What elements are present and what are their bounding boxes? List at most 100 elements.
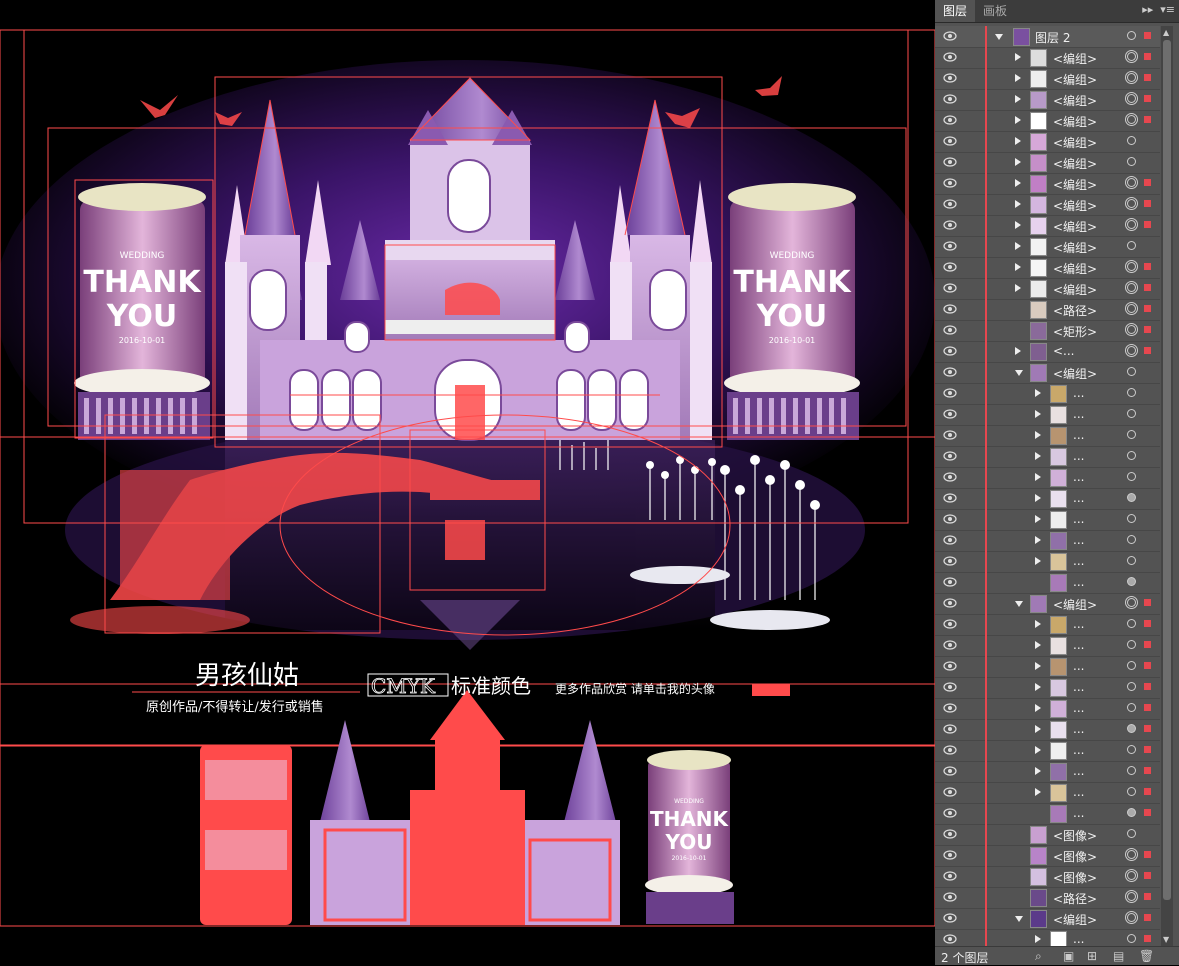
expand-triangle-icon[interactable]	[1035, 725, 1041, 733]
layer-name[interactable]: <编组>	[1053, 92, 1097, 109]
eye-icon[interactable]	[943, 283, 957, 293]
target-circle-icon[interactable]	[1127, 766, 1136, 775]
expand-triangle-icon[interactable]	[1035, 473, 1041, 481]
layer-row[interactable]: ...	[935, 614, 1160, 636]
expand-triangle-icon[interactable]	[1035, 641, 1041, 649]
layer-name[interactable]: <编组>	[1053, 281, 1097, 298]
eye-icon[interactable]	[943, 73, 957, 83]
expand-triangle-icon[interactable]	[1035, 620, 1041, 628]
selection-indicator[interactable]	[1144, 893, 1151, 900]
eye-icon[interactable]	[943, 661, 957, 671]
layer-name[interactable]: ...	[1073, 554, 1084, 568]
layer-row[interactable]: <编组>	[935, 68, 1160, 90]
selection-indicator[interactable]	[1144, 725, 1151, 732]
eye-icon[interactable]	[943, 766, 957, 776]
selection-indicator[interactable]	[1144, 683, 1151, 690]
eye-icon[interactable]	[943, 934, 957, 944]
target-circle-icon[interactable]	[1127, 241, 1136, 250]
layer-name[interactable]: <编组>	[1053, 50, 1097, 67]
layer-name[interactable]: <路径>	[1053, 302, 1097, 319]
expand-triangle-icon[interactable]	[1035, 704, 1041, 712]
eye-icon[interactable]	[943, 220, 957, 230]
target-circle-icon[interactable]	[1127, 31, 1136, 40]
eye-icon[interactable]	[943, 262, 957, 272]
expand-triangle-icon[interactable]	[1035, 431, 1041, 439]
target-circle-icon[interactable]	[1127, 556, 1136, 565]
layer-row[interactable]: <编组>	[935, 110, 1160, 132]
layer-name[interactable]: <编组>	[1053, 71, 1097, 88]
eye-icon[interactable]	[943, 199, 957, 209]
expand-triangle-icon[interactable]	[1035, 515, 1041, 523]
layer-name[interactable]: ...	[1073, 659, 1084, 673]
target-circle-icon[interactable]	[1127, 472, 1136, 481]
eye-icon[interactable]	[943, 556, 957, 566]
eye-icon[interactable]	[943, 913, 957, 923]
eye-icon[interactable]	[943, 703, 957, 713]
layer-row[interactable]: ...	[935, 509, 1160, 531]
expand-triangle-icon[interactable]	[1035, 389, 1041, 397]
layer-row[interactable]: <图像>	[935, 866, 1160, 888]
layer-name[interactable]: ...	[1073, 722, 1084, 736]
layer-name[interactable]: <编组>	[1053, 197, 1097, 214]
eye-icon[interactable]	[943, 430, 957, 440]
scroll-up-icon[interactable]: ▲	[1163, 28, 1169, 37]
layer-name[interactable]: ...	[1073, 806, 1084, 820]
expand-triangle-icon[interactable]	[1035, 767, 1041, 775]
selection-indicator[interactable]	[1144, 788, 1151, 795]
target-circle-icon[interactable]	[1125, 92, 1138, 105]
target-circle-icon[interactable]	[1125, 848, 1138, 861]
expand-triangle-icon[interactable]	[1035, 452, 1041, 460]
layer-name[interactable]: <编组>	[1053, 176, 1097, 193]
eye-icon[interactable]	[943, 136, 957, 146]
eye-icon[interactable]	[943, 241, 957, 251]
selection-indicator[interactable]	[1144, 32, 1151, 39]
delete-layer-icon[interactable]: 🗑	[1139, 949, 1154, 963]
eye-icon[interactable]	[943, 115, 957, 125]
collapse-triangle-icon[interactable]	[1015, 916, 1023, 922]
expand-triangle-icon[interactable]	[1015, 221, 1021, 229]
eye-icon[interactable]	[943, 388, 957, 398]
expand-triangle-icon[interactable]	[1015, 53, 1021, 61]
target-circle-icon[interactable]	[1127, 619, 1136, 628]
expand-triangle-icon[interactable]	[1035, 410, 1041, 418]
layer-name[interactable]: ...	[1073, 764, 1084, 778]
eye-icon[interactable]	[943, 808, 957, 818]
eye-icon[interactable]	[943, 850, 957, 860]
layer-name[interactable]: ...	[1073, 932, 1084, 946]
eye-icon[interactable]	[943, 724, 957, 734]
target-circle-icon[interactable]	[1125, 869, 1138, 882]
layer-row[interactable]: <编组>	[935, 593, 1160, 615]
layer-row[interactable]: ...	[935, 677, 1160, 699]
layer-name[interactable]: ...	[1073, 743, 1084, 757]
expand-triangle-icon[interactable]	[1035, 662, 1041, 670]
layer-row[interactable]: ...	[935, 467, 1160, 489]
eye-icon[interactable]	[943, 871, 957, 881]
expand-triangle-icon[interactable]	[1015, 179, 1021, 187]
layer-name[interactable]: ...	[1073, 449, 1084, 463]
expand-triangle-icon[interactable]	[1035, 536, 1041, 544]
layer-name[interactable]: <编组>	[1053, 218, 1097, 235]
target-circle-icon[interactable]	[1125, 71, 1138, 84]
eye-icon[interactable]	[943, 31, 957, 41]
layer-name[interactable]: <矩形>	[1053, 323, 1097, 340]
layer-row[interactable]: ...	[935, 488, 1160, 510]
selection-indicator[interactable]	[1144, 872, 1151, 879]
layer-name[interactable]: <路径>	[1053, 890, 1097, 907]
layer-row[interactable]: ...	[935, 425, 1160, 447]
layer-name[interactable]: <编组>	[1053, 155, 1097, 172]
selection-indicator[interactable]	[1144, 95, 1151, 102]
target-circle-icon[interactable]	[1125, 260, 1138, 273]
selection-indicator[interactable]	[1144, 179, 1151, 186]
eye-icon[interactable]	[943, 94, 957, 104]
selection-indicator[interactable]	[1144, 641, 1151, 648]
target-circle-icon[interactable]	[1127, 367, 1136, 376]
artboard-canvas[interactable]: WEDDING THANK YOU 2016-10-01 WEDDING THA…	[0, 0, 935, 964]
layer-row[interactable]: ...	[935, 635, 1160, 657]
eye-icon[interactable]	[943, 892, 957, 902]
selection-indicator[interactable]	[1144, 116, 1151, 123]
layer-name[interactable]: ...	[1073, 407, 1084, 421]
layer-row[interactable]: ...	[935, 404, 1160, 426]
eye-icon[interactable]	[943, 493, 957, 503]
eye-icon[interactable]	[943, 52, 957, 62]
eye-icon[interactable]	[943, 409, 957, 419]
